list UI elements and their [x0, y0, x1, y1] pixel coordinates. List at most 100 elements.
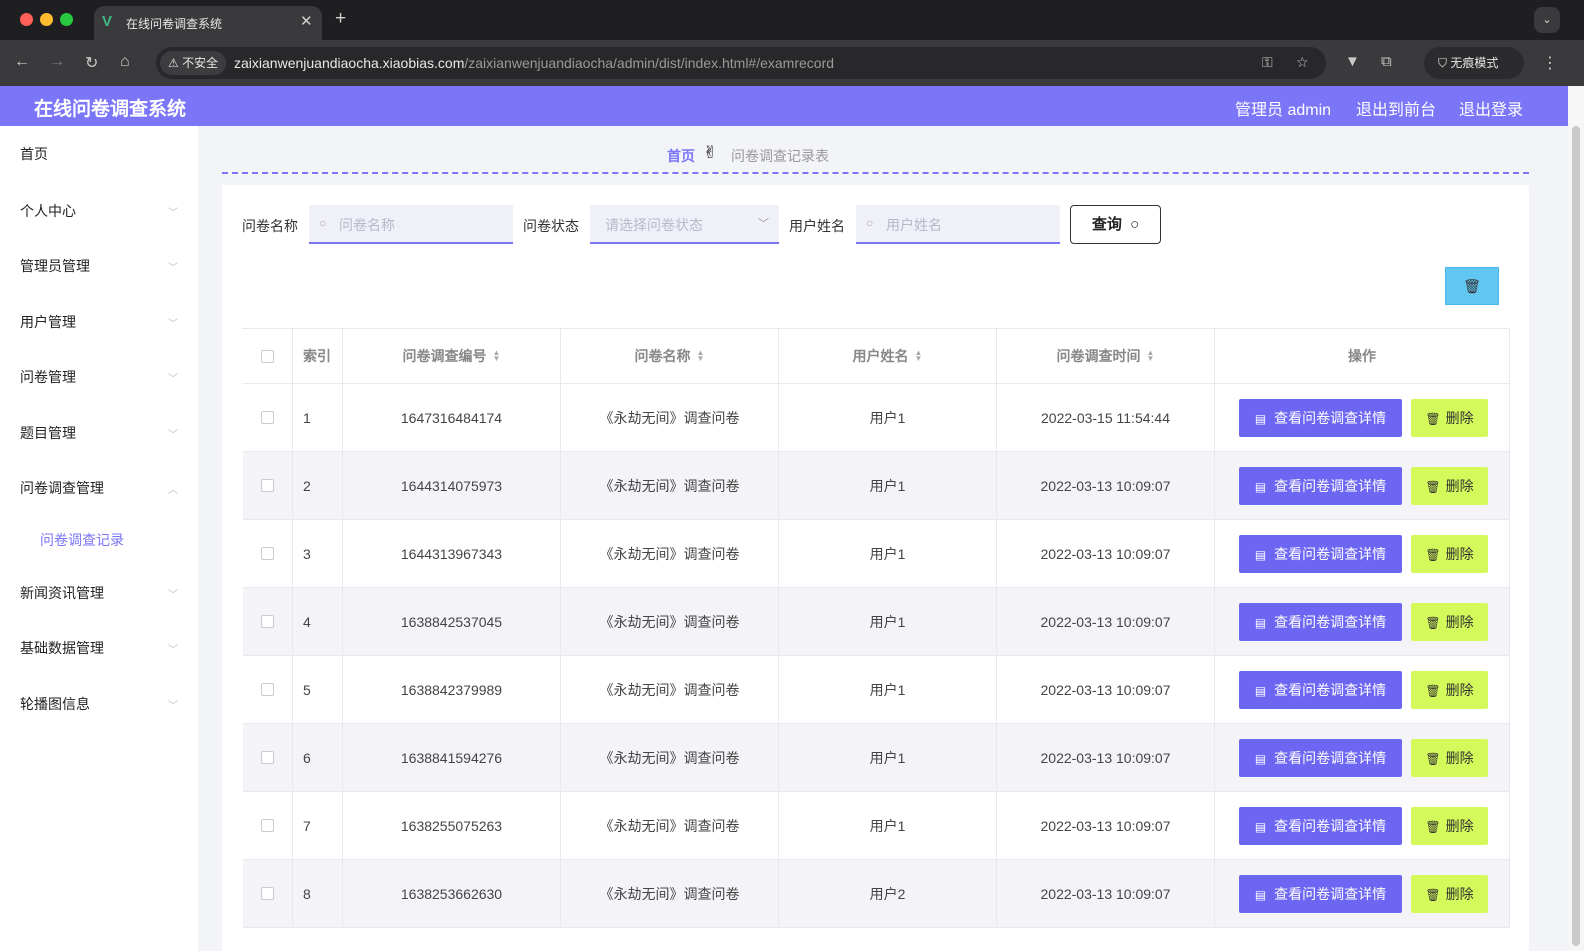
view-detail-label: 查看问卷调查详情: [1274, 818, 1387, 834]
query-button[interactable]: 查询 ○: [1070, 205, 1161, 244]
sort-icon[interactable]: ▲ ▼: [1147, 349, 1155, 363]
sidebar-item-news-management[interactable]: 新闻资讯管理: [20, 583, 104, 603]
bulk-delete-button[interactable]: 🗑: [1445, 267, 1499, 305]
row-user-name: 用户1: [779, 792, 997, 860]
bookmark-star-icon[interactable]: ☆: [1296, 54, 1309, 71]
view-detail-label: 查看问卷调查详情: [1274, 682, 1387, 698]
delete-button[interactable]: 🗑 删除: [1411, 399, 1488, 437]
row-survey-name: 《永劫无间》调查问卷: [561, 656, 779, 724]
sidebar-item-user-management[interactable]: 用户管理: [20, 312, 76, 332]
select-all-checkbox[interactable]: [261, 349, 274, 363]
table-row: 1 1647316484174 《永劫无间》调查问卷 用户1 2022-03-15 11…: [243, 384, 1510, 452]
row-ops: ▤ 查看问卷调查详情 🗑 删除: [1215, 384, 1510, 452]
minimize-window-button[interactable]: [40, 13, 53, 26]
row-checkbox[interactable]: [261, 547, 274, 560]
sort-icon[interactable]: ▲ ▼: [915, 349, 923, 363]
header-code[interactable]: 问卷调查编号 ▲ ▼: [343, 329, 561, 384]
sidebar-item-admin-management[interactable]: 管理员管理: [20, 256, 90, 276]
browser-tab[interactable]: V 在线问卷调查系统 ✕: [94, 6, 322, 40]
search-icon: ○: [866, 216, 874, 230]
view-detail-button[interactable]: ▤ 查看问卷调查详情: [1239, 603, 1402, 641]
view-detail-button[interactable]: ▤ 查看问卷调查详情: [1239, 807, 1402, 845]
row-code: 1638842537045: [343, 588, 561, 656]
survey-name-input[interactable]: ○ 问卷名称: [309, 205, 513, 244]
sort-icon[interactable]: ▲ ▼: [697, 349, 705, 363]
logout-link[interactable]: 退出登录: [1459, 96, 1523, 120]
row-checkbox[interactable]: [261, 819, 274, 832]
row-checkbox[interactable]: [261, 683, 274, 696]
header-code-label: 问卷调查编号: [402, 348, 487, 364]
sort-icon[interactable]: ▲ ▼: [493, 349, 501, 363]
row-checkbox[interactable]: [261, 479, 274, 492]
row-index: 4: [293, 588, 343, 656]
row-checkbox[interactable]: [261, 887, 274, 900]
maximize-window-button[interactable]: [60, 13, 73, 26]
sidebar-subitem-survey-records[interactable]: 问卷调查记录: [40, 530, 124, 550]
sidebar-item-survey-management[interactable]: 问卷管理: [20, 367, 76, 387]
vue-devtools-icon[interactable]: ▼: [1345, 53, 1360, 70]
page-scrollbar[interactable]: [1568, 86, 1584, 951]
trash-icon: 🗑: [1425, 616, 1441, 630]
view-detail-button[interactable]: ▤ 查看问卷调查详情: [1239, 875, 1402, 913]
view-detail-button[interactable]: ▤ 查看问卷调查详情: [1239, 467, 1402, 505]
address-bar[interactable]: ⚠ 不安全 zaixianwenjuandiaocha.xiaobias.com…: [156, 47, 1326, 79]
sidebar-item-home[interactable]: 首页: [20, 144, 48, 164]
delete-button[interactable]: 🗑 删除: [1411, 603, 1488, 641]
tab-close-icon[interactable]: ✕: [300, 12, 313, 30]
trash-icon: 🗑: [1425, 412, 1441, 426]
delete-button[interactable]: 🗑 删除: [1411, 875, 1488, 913]
table-header-row: 索引 问卷调查编号 ▲ ▼ 问卷名称 ▲ ▼ 用户姓名 ▲ ▼ 问卷调查时间 ▲ ▼ 操作: [243, 329, 1510, 384]
sidebar-item-carousel-info[interactable]: 轮播图信息: [20, 694, 90, 714]
document-icon: ▤: [1254, 616, 1267, 630]
close-window-button[interactable]: [20, 13, 33, 26]
forward-icon[interactable]: →: [49, 53, 65, 71]
key-icon[interactable]: ⚿: [1262, 54, 1273, 71]
incognito-badge[interactable]: ⛉ 无痕模式: [1424, 47, 1524, 79]
home-icon[interactable]: ⌂: [120, 53, 130, 71]
row-checkbox[interactable]: [261, 615, 274, 628]
view-detail-button[interactable]: ▤ 查看问卷调查详情: [1239, 399, 1402, 437]
url-text[interactable]: zaixianwenjuandiaocha.xiaobias.com/zaixi…: [234, 55, 834, 71]
user-name-input[interactable]: ○ 用户姓名: [856, 205, 1060, 244]
header-time[interactable]: 问卷调查时间 ▲ ▼: [997, 329, 1215, 384]
row-checkbox[interactable]: [261, 751, 274, 764]
tab-search-icon[interactable]: ⌄: [1534, 7, 1560, 33]
survey-status-label: 问卷状态: [523, 218, 579, 234]
sidebar-item-personal-center[interactable]: 个人中心: [20, 201, 76, 221]
header-user[interactable]: 用户姓名 ▲ ▼: [779, 329, 997, 384]
browser-menu-icon[interactable]: ⋮: [1542, 53, 1558, 73]
delete-button[interactable]: 🗑 删除: [1411, 535, 1488, 573]
new-tab-icon[interactable]: +: [335, 8, 346, 30]
view-detail-button[interactable]: ▤ 查看问卷调查详情: [1239, 671, 1402, 709]
sidebar-item-question-management[interactable]: 题目管理: [20, 423, 76, 443]
scrollbar-thumb[interactable]: [1572, 126, 1580, 946]
row-ops: ▤ 查看问卷调查详情 🗑 删除: [1215, 724, 1510, 792]
delete-button[interactable]: 🗑 删除: [1411, 739, 1488, 777]
exit-to-front-link[interactable]: 退出到前台: [1356, 96, 1436, 120]
view-detail-button[interactable]: ▤ 查看问卷调查详情: [1239, 739, 1402, 777]
survey-status-select[interactable]: 请选择问卷状态 ﹀: [590, 205, 779, 244]
view-detail-label: 查看问卷调查详情: [1274, 546, 1387, 562]
header-name[interactable]: 问卷名称 ▲ ▼: [561, 329, 779, 384]
extensions-icon[interactable]: ⧉: [1381, 53, 1392, 70]
breadcrumb-home[interactable]: 首页: [667, 146, 695, 166]
reload-icon[interactable]: ↻: [85, 53, 98, 73]
sidebar-item-base-data-management[interactable]: 基础数据管理: [20, 638, 104, 658]
row-ops: ▤ 查看问卷调查详情 🗑 删除: [1215, 588, 1510, 656]
back-icon[interactable]: ←: [14, 53, 30, 71]
app-header: 在线问卷调查系统 管理员 admin 退出到前台 退出登录: [0, 86, 1568, 126]
insecure-badge[interactable]: ⚠ 不安全: [160, 51, 227, 75]
sidebar-item-survey-record-management[interactable]: 问卷调查管理: [20, 478, 104, 498]
delete-button[interactable]: 🗑 删除: [1411, 807, 1488, 845]
incognito-label: 无痕模式: [1450, 56, 1499, 70]
insecure-label: 不安全: [182, 56, 219, 70]
view-detail-label: 查看问卷调查详情: [1274, 886, 1387, 902]
select-all-cell: [243, 329, 293, 384]
delete-button[interactable]: 🗑 删除: [1411, 671, 1488, 709]
row-survey-name: 《永劫无间》调查问卷: [561, 520, 779, 588]
view-detail-button[interactable]: ▤ 查看问卷调查详情: [1239, 535, 1402, 573]
row-code: 1644314075973: [343, 452, 561, 520]
delete-button[interactable]: 🗑 删除: [1411, 467, 1488, 505]
row-checkbox[interactable]: [261, 411, 274, 424]
row-select-cell: [243, 520, 293, 588]
